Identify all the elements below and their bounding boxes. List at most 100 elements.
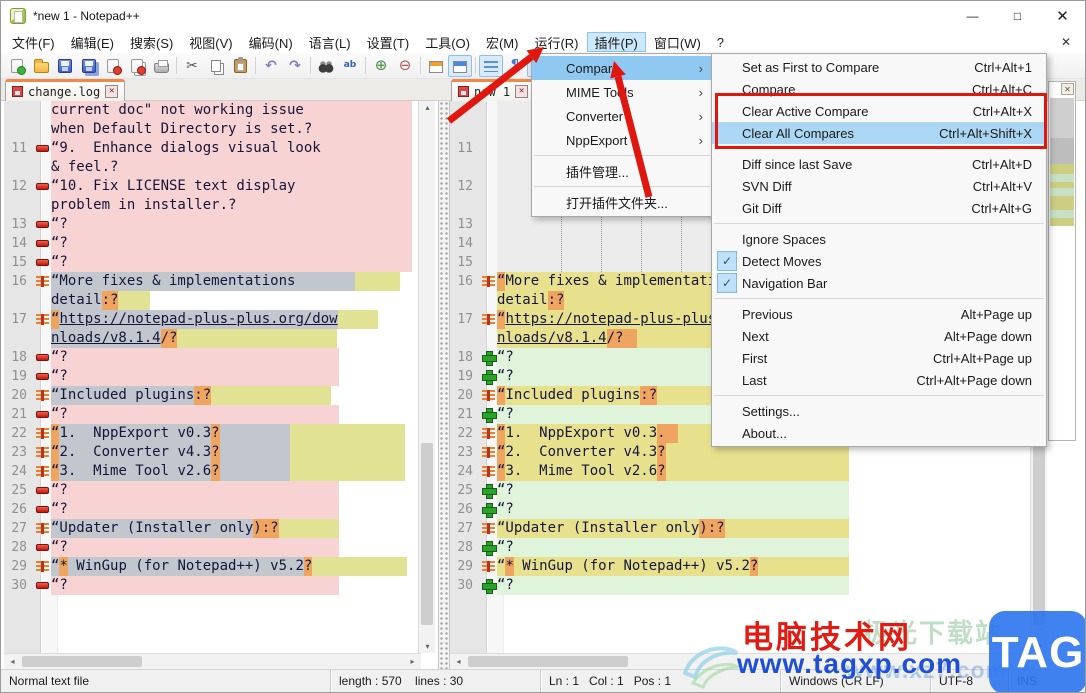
submenu-item-previous[interactable]: Previous Alt+Page up: [712, 303, 1046, 325]
submenu-item-next[interactable]: Next Alt+Page down: [712, 325, 1046, 347]
menubar-item-v[interactable]: 视图(V): [181, 32, 240, 52]
submenu-item-clear-active-compare[interactable]: Clear Active Compare Ctrl+Alt+X: [712, 100, 1046, 122]
save-button[interactable]: [53, 55, 77, 77]
editor-line-23[interactable]: 23 “2. Converter v4.3?: [4, 443, 418, 462]
close-all-button[interactable]: [125, 55, 149, 77]
editor-line-28[interactable]: 28 “?: [4, 538, 418, 557]
editor-line-wrap[interactable]: nloads/v8.1.4/?: [4, 329, 418, 348]
submenu-item-detect-moves[interactable]: ✓ Detect Moves: [712, 250, 1046, 272]
tab-change-log[interactable]: change.log ✕: [5, 79, 126, 101]
menubar-item-s[interactable]: 搜索(S): [122, 32, 181, 52]
editor-line-29[interactable]: 29 “* WinGup (for Notepad++) v5.2?: [4, 557, 418, 576]
tab-close-icon[interactable]: ✕: [105, 85, 119, 98]
zoom-in-button[interactable]: ⊕: [369, 55, 393, 77]
horizontal-scrollbar[interactable]: ◂ ▸: [4, 653, 421, 669]
editor-line-21[interactable]: 21 “?: [4, 405, 418, 424]
new-file-button[interactable]: [5, 55, 29, 77]
menubar-item-t[interactable]: 设置(T): [359, 32, 418, 52]
editor-line-28[interactable]: 28 “?: [450, 538, 1030, 557]
undo-button[interactable]: ↶: [259, 55, 283, 77]
word-wrap-button[interactable]: [479, 54, 503, 77]
menubar-item-w[interactable]: 窗口(W): [646, 32, 709, 52]
editor-line-27[interactable]: 27 “Updater (Installer only):?: [4, 519, 418, 538]
editor-line-20[interactable]: 20 “Included plugins:?: [4, 386, 418, 405]
save-all-button[interactable]: [77, 55, 101, 77]
submenu-item-about[interactable]: About...: [712, 422, 1046, 444]
menubar-item-m[interactable]: 宏(M): [478, 32, 527, 52]
submenu-item-diff-since-last-save[interactable]: Diff since last Save Ctrl+Alt+D: [712, 153, 1046, 175]
editor-line-19[interactable]: 19 “?: [4, 367, 418, 386]
plugin-menu-item-converter[interactable]: Converter ›: [532, 104, 712, 128]
submenu-item-ignore-spaces[interactable]: Ignore Spaces: [712, 228, 1046, 250]
scroll-left-icon[interactable]: ◂: [450, 655, 467, 668]
editor-line-wrap[interactable]: when Default Directory is set.?: [4, 120, 418, 139]
submenu-item-set-as-first-to-compare[interactable]: Set as First to Compare Ctrl+Alt+1: [712, 56, 1046, 78]
submenu-item-navigation-bar[interactable]: ✓ Navigation Bar: [712, 272, 1046, 294]
editor-line-27[interactable]: 27 “Updater (Installer only):?: [450, 519, 1030, 538]
plugin-menu-item-[interactable]: 打开插件文件夹...: [532, 190, 712, 214]
submenu-item-compare[interactable]: Compare Ctrl+Alt+C: [712, 78, 1046, 100]
editor-line-wrap[interactable]: detail:?: [4, 291, 418, 310]
editor-line-22[interactable]: 22 “1. NppExport v0.3?: [4, 424, 418, 443]
menubar-item-p[interactable]: 插件(P): [586, 32, 646, 52]
editor-line-17[interactable]: 17 “https://notepad-plus-plus.org/dow: [4, 310, 418, 329]
plugin-menu-item-nppexport[interactable]: NppExport ›: [532, 128, 712, 152]
pane-splitter[interactable]: [438, 101, 450, 669]
editor-line-24[interactable]: 24 “3. Mime Tool v2.6?: [450, 462, 1030, 481]
editor-line-15[interactable]: 15 “?: [4, 253, 418, 272]
tab-new-1[interactable]: new 1 ✕: [451, 79, 536, 101]
menubar-item-f[interactable]: 文件(F): [4, 32, 63, 52]
doc-map-button[interactable]: [424, 55, 448, 77]
editor-line-12[interactable]: 12 “10. Fix LICENSE text display: [4, 177, 418, 196]
redo-button[interactable]: ↷: [283, 55, 307, 77]
editor-line-wrap[interactable]: & feel.?: [4, 158, 418, 177]
scroll-right-icon[interactable]: ▸: [404, 655, 421, 668]
menubar-item-r[interactable]: 运行(R): [526, 32, 586, 52]
scroll-left-icon[interactable]: ◂: [4, 655, 21, 668]
menubar-item-e[interactable]: 编辑(E): [63, 32, 122, 52]
find-button[interactable]: [314, 55, 338, 77]
submenu-item-first[interactable]: First Ctrl+Alt+Page up: [712, 347, 1046, 369]
scroll-up-icon[interactable]: ▴: [419, 101, 436, 114]
scrollbar-thumb[interactable]: [22, 656, 142, 667]
submenu-item-svn-diff[interactable]: SVN Diff Ctrl+Alt+V: [712, 175, 1046, 197]
close-button[interactable]: ✕: [1040, 1, 1085, 31]
plugin-menu-item-compare[interactable]: Compare ›: [532, 56, 712, 80]
open-file-button[interactable]: [29, 55, 53, 77]
editor-line-11[interactable]: 11 “9. Enhance dialogs visual look: [4, 139, 418, 158]
zoom-out-button[interactable]: ⊖: [393, 55, 417, 77]
doc-switcher-button[interactable]: [448, 54, 472, 77]
scrollbar-thumb[interactable]: [468, 656, 628, 667]
editor-line-30[interactable]: 30 “?: [4, 576, 418, 595]
cut-button[interactable]: ✂: [180, 55, 204, 77]
print-button[interactable]: [149, 55, 173, 77]
editor-line-14[interactable]: 14 “?: [4, 234, 418, 253]
menubar-item-o[interactable]: 工具(O): [417, 32, 478, 52]
paste-button[interactable]: [228, 55, 252, 77]
scrollbar-thumb[interactable]: [1033, 443, 1045, 626]
maximize-button[interactable]: □: [995, 1, 1040, 31]
minimize-button[interactable]: —: [950, 1, 995, 31]
submenu-item-last[interactable]: Last Ctrl+Alt+Page down: [712, 369, 1046, 391]
navbar-close-icon[interactable]: ✕: [1061, 83, 1074, 95]
editor-line-wrap[interactable]: current doc" not working issue: [4, 101, 418, 120]
replace-button[interactable]: ab: [338, 55, 362, 77]
scroll-down-icon[interactable]: ▾: [419, 640, 436, 653]
copy-button[interactable]: [204, 55, 228, 77]
document-close-icon[interactable]: ✕: [1057, 35, 1075, 49]
editor-line-25[interactable]: 25 “?: [4, 481, 418, 500]
submenu-item-git-diff[interactable]: Git Diff Ctrl+Alt+G: [712, 197, 1046, 219]
scrollbar-thumb[interactable]: [421, 443, 433, 626]
show-symbols-button[interactable]: ¶: [503, 55, 527, 77]
editor-line-24[interactable]: 24 “3. Mime Tool v2.6?: [4, 462, 418, 481]
editor-line-13[interactable]: 13 “?: [4, 215, 418, 234]
editor-line-18[interactable]: 18 “?: [4, 348, 418, 367]
editor-line-26[interactable]: 26 “?: [4, 500, 418, 519]
editor-line-wrap[interactable]: problem in installer.?: [4, 196, 418, 215]
compare-navigation-bar[interactable]: ✕: [1048, 81, 1076, 441]
tab-close-icon[interactable]: ✕: [515, 85, 529, 98]
editor-line-29[interactable]: 29 “* WinGup (for Notepad++) v5.2?: [450, 557, 1030, 576]
submenu-item-clear-all-compares[interactable]: Clear All Compares Ctrl+Alt+Shift+X: [712, 122, 1046, 144]
vertical-scrollbar[interactable]: ▴ ▾: [418, 101, 435, 653]
plugin-menu-item-[interactable]: 插件管理...: [532, 159, 712, 183]
